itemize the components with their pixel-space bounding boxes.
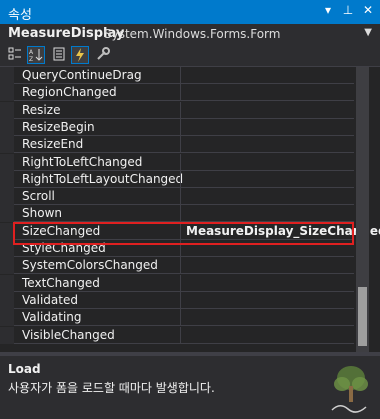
description-title: Load [8,362,41,376]
column-divider [180,291,181,308]
event-row[interactable]: RegionChanged [0,84,354,102]
svg-text:A: A [29,49,34,56]
event-name: StyleChanged [22,241,106,255]
event-name: Validating [22,310,82,325]
row-gutter [0,101,14,119]
event-name: RightToLeftChanged [22,154,143,169]
row-gutter [0,153,14,171]
event-name: Shown [22,206,62,221]
row-gutter [0,240,14,257]
chevron-down-icon[interactable]: ▼ [364,27,372,38]
column-divider [180,205,181,222]
event-row[interactable]: RightToLeftLayoutChanged [0,170,354,188]
description-panel: Load 사용자가 폼을 로드할 때마다 발생합니다. [0,356,380,419]
row-gutter [0,136,14,154]
row-gutter [0,257,14,275]
event-row[interactable]: Validating [0,309,354,327]
event-name: Validated [22,292,78,307]
window-title: 속성 [8,8,32,23]
event-row[interactable]: SizeChanged MeasureDisplay_SizeChanged [0,222,380,240]
svg-text:Z: Z [29,56,33,63]
event-name: QueryContinueDrag [22,68,142,82]
event-row[interactable]: Validated [0,291,354,309]
scrollbar-thumb[interactable] [358,287,367,346]
column-divider [180,309,181,326]
object-selector[interactable]: MeasureDisplay System.Windows.Forms.Form… [0,24,380,44]
properties-title-bar: 속성 ▾ ⊥ ✕ [0,0,380,24]
event-name: ResizeBegin [22,119,95,134]
column-divider [180,84,181,101]
row-gutter [0,326,14,344]
close-icon[interactable]: ✕ [360,3,376,21]
event-name: RegionChanged [22,85,117,100]
event-row[interactable]: Shown [0,205,354,223]
event-handler-value[interactable]: MeasureDisplay_SizeChanged [186,224,380,238]
event-name: RightToLeftLayoutChanged [22,171,184,186]
column-divider [180,222,181,239]
event-row[interactable]: ResizeEnd [0,136,354,154]
event-name: ResizeEnd [22,137,84,152]
event-row[interactable]: SystemColorsChanged [0,257,354,275]
event-row[interactable]: RightToLeftChanged [0,153,354,171]
event-row[interactable]: TextChanged [0,274,354,292]
column-divider [180,67,181,83]
column-divider [180,118,181,135]
event-grid: QueryContinueDrag RegionChanged Resize Resi… [0,67,380,352]
watermark-logo [326,360,376,416]
row-gutter [0,205,14,223]
events-icon[interactable] [71,46,89,64]
pin-icon[interactable]: ⊥ [340,3,356,21]
row-gutter [0,118,14,136]
column-divider [180,170,181,187]
event-name: VisibleChanged [22,327,115,342]
event-row[interactable]: Resize [0,101,354,119]
properties-icon[interactable] [50,46,68,64]
categorized-icon[interactable] [6,46,24,64]
column-divider [180,326,181,343]
event-row[interactable]: VisibleChanged [0,326,354,344]
column-divider [180,257,181,274]
dropdown-icon[interactable]: ▾ [320,3,336,21]
event-name: TextChanged [22,275,100,290]
column-divider [180,101,181,118]
row-gutter [0,188,14,206]
column-divider [180,153,181,170]
row-gutter [0,309,14,327]
event-row[interactable]: QueryContinueDrag [0,67,354,84]
event-row[interactable]: ResizeBegin [0,118,354,136]
event-name: SystemColorsChanged [22,258,158,273]
column-divider [180,240,181,256]
event-row[interactable]: StyleChanged [0,240,354,257]
row-gutter [0,291,14,309]
event-name: Resize [22,102,61,117]
row-gutter [0,170,14,188]
alphabetical-icon[interactable]: AZ [27,46,45,64]
column-divider [180,188,181,205]
description-text: 사용자가 폼을 로드할 때마다 발생합니다. [8,381,215,395]
row-gutter [0,274,14,292]
wrench-icon[interactable] [94,46,112,64]
row-gutter [0,67,14,84]
properties-toolbar: AZ [0,44,380,67]
event-row[interactable]: Scroll [0,188,354,206]
row-gutter [0,84,14,102]
event-name: SizeChanged [22,223,101,238]
row-gutter [0,222,14,240]
event-name: Scroll [22,189,55,204]
column-divider [180,274,181,291]
column-divider [180,136,181,153]
object-type: System.Windows.Forms.Form [104,27,281,41]
